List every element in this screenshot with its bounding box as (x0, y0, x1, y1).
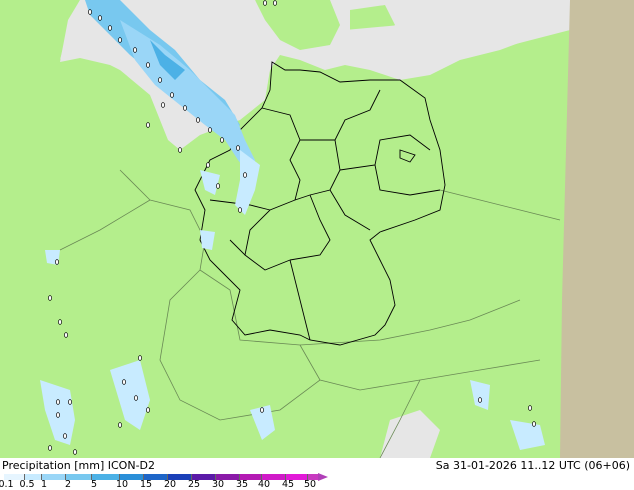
scale-tick-label: 5 (90, 479, 98, 490)
scale-tick-label: 0.5 (19, 479, 35, 490)
scale-tick-label: 0.1 (0, 479, 14, 490)
scale-tick-label: 25 (187, 479, 201, 490)
scale-tick-label: 50 (303, 479, 317, 490)
scale-tick-label: 10 (115, 479, 129, 490)
nodata-band (560, 0, 634, 458)
scale-ticks: 0.1 0.5 1 2 5 10 15 20 25 30 35 40 45 50 (0, 480, 340, 490)
scale-tick-label: 35 (235, 479, 249, 490)
scale-tick-label: 40 (257, 479, 271, 490)
land-mass (0, 0, 634, 458)
map-canvas (0, 0, 634, 458)
valid-time: Sa 31-01-2026 11..12 UTC (06+06) (435, 459, 630, 472)
precipitation-map-view: Precipitation [mm] ICON-D2 Sa 31-01-2026… (0, 0, 634, 490)
scale-tick-label: 15 (139, 479, 153, 490)
legend-bar: Precipitation [mm] ICON-D2 Sa 31-01-2026… (0, 458, 634, 490)
legend-title: Precipitation [mm] ICON-D2 (2, 459, 156, 472)
scale-tick-label: 2 (64, 479, 72, 490)
scale-tick-label: 45 (281, 479, 295, 490)
scale-tick-label: 20 (163, 479, 177, 490)
scale-tick-label: 1 (40, 479, 48, 490)
scale-tick-label: 30 (211, 479, 225, 490)
